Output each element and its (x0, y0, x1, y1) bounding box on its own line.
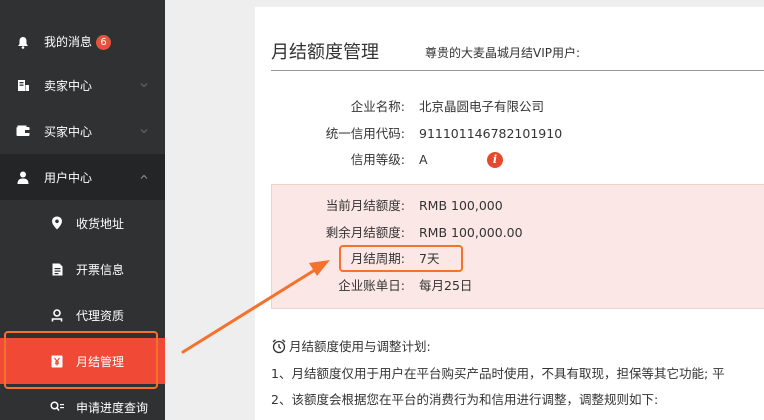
plan-rule-1: 1、月结额度仅用于用户在平台购买产品时使用，不具有取现，担保等其它功能; 平 (271, 366, 725, 381)
annotation-arrow (181, 260, 330, 354)
plan-title: 月结额度使用与调整计划: (271, 336, 431, 355)
plan-rule-2: 2、该额度会根据您在平台的消费行为和信用进行调整，调整规则如下: (271, 392, 659, 407)
plan-title-text: 月结额度使用与调整计划: (289, 339, 431, 354)
alarm-clock-icon (271, 338, 287, 354)
